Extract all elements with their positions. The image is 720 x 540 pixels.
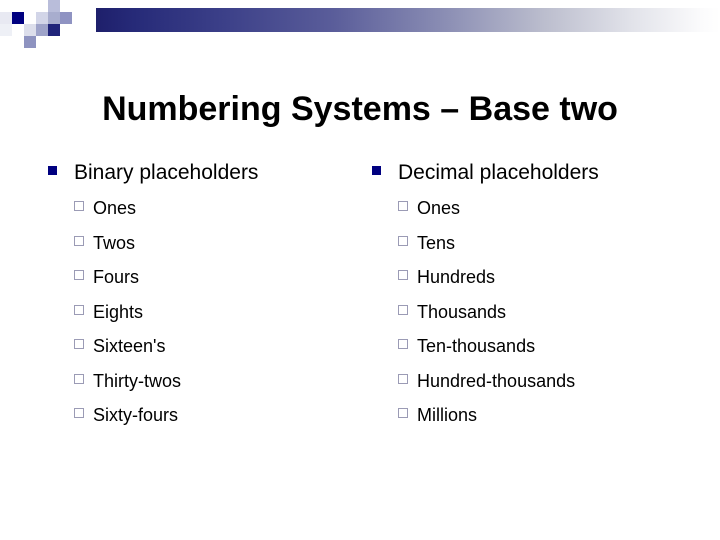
list-item: Hundred-thousands <box>398 370 702 405</box>
list-item-label: Hundreds <box>417 267 496 287</box>
header-gradient-bar <box>96 8 720 32</box>
decoration-square <box>0 12 12 24</box>
hollow-square-bullet-icon <box>398 270 408 280</box>
hollow-square-bullet-icon <box>74 373 84 384</box>
list-item: Eights <box>74 301 378 336</box>
decoration-square <box>36 24 48 36</box>
hollow-square-bullet-icon <box>74 339 84 349</box>
hollow-square-bullet-icon <box>74 235 84 246</box>
list-item-label: Tens <box>417 232 456 253</box>
header-decoration <box>0 0 720 50</box>
decoration-square <box>48 24 60 36</box>
list-item: Ones <box>74 197 378 232</box>
list-item-label: Ones <box>417 198 461 218</box>
decoration-square <box>0 24 12 36</box>
hollow-square-bullet-icon <box>398 339 408 349</box>
list-item-label: Millions <box>417 405 478 425</box>
list-item-label: Sixteen's <box>93 336 166 356</box>
decoration-square <box>12 0 24 12</box>
list-item-label: Hundred-thousands <box>417 370 576 391</box>
slide-body: Binary placeholders Ones Twos Fours Eigh… <box>0 160 720 460</box>
list-item: Twos <box>74 232 378 267</box>
list-item-label: Thousands <box>417 301 507 322</box>
list-item-label: Ones <box>93 198 137 218</box>
decoration-square <box>36 36 48 48</box>
hollow-square-bullet-icon <box>398 408 408 418</box>
hollow-square-bullet-icon <box>398 201 408 211</box>
filled-square-bullet-icon <box>372 166 381 175</box>
column-binary-placeholders: Binary placeholders Ones Twos Fours Eigh… <box>48 160 378 439</box>
decoration-square <box>24 24 36 36</box>
decoration-square <box>0 0 12 12</box>
list-item-label: Fours <box>93 267 140 287</box>
decoration-square <box>12 12 24 24</box>
decoration-square <box>24 36 36 48</box>
list-item-label: Ten-thousands <box>417 336 536 356</box>
decoration-square <box>36 12 48 24</box>
decoration-square <box>48 0 60 12</box>
hollow-square-bullet-icon <box>74 408 84 418</box>
list-item-label: Twos <box>93 232 136 253</box>
filled-square-bullet-icon <box>48 166 57 175</box>
decimal-placeholder-list: Ones Tens Hundreds Thousands Ten-thousan… <box>372 197 702 439</box>
list-item: Ones <box>398 197 702 232</box>
list-item: Sixty-fours <box>74 404 378 439</box>
list-item: Thirty-twos <box>74 370 378 405</box>
list-item-label: Thirty-twos <box>93 370 182 391</box>
decoration-square <box>48 12 60 24</box>
hollow-square-bullet-icon <box>398 373 408 384</box>
list-item: Sixteen's <box>74 335 378 370</box>
decoration-square <box>60 0 72 12</box>
decoration-square <box>72 12 84 24</box>
hollow-square-bullet-icon <box>74 270 84 280</box>
column-heading-decimal: Decimal placeholders <box>372 160 702 186</box>
list-item-label: Eights <box>93 301 144 322</box>
list-item: Tens <box>398 232 702 267</box>
column-decimal-placeholders: Decimal placeholders Ones Tens Hundreds … <box>372 160 702 439</box>
binary-placeholder-list: Ones Twos Fours Eights Sixteen's Thirty-… <box>48 197 378 439</box>
list-item: Thousands <box>398 301 702 336</box>
list-item: Millions <box>398 404 702 439</box>
page-title: Numbering Systems – Base two <box>102 89 618 128</box>
column-heading-label: Decimal placeholders <box>398 161 599 184</box>
list-item-label: Sixty-fours <box>93 405 179 425</box>
hollow-square-bullet-icon <box>74 304 84 315</box>
list-item: Ten-thousands <box>398 335 702 370</box>
list-item: Hundreds <box>398 266 702 301</box>
decoration-square <box>60 12 72 24</box>
list-item: Fours <box>74 266 378 301</box>
decoration-square <box>12 24 24 36</box>
hollow-square-bullet-icon <box>74 201 84 211</box>
hollow-square-bullet-icon <box>398 235 408 246</box>
column-heading-binary: Binary placeholders <box>48 160 378 186</box>
hollow-square-bullet-icon <box>398 304 408 315</box>
column-heading-label: Binary placeholders <box>74 161 259 184</box>
